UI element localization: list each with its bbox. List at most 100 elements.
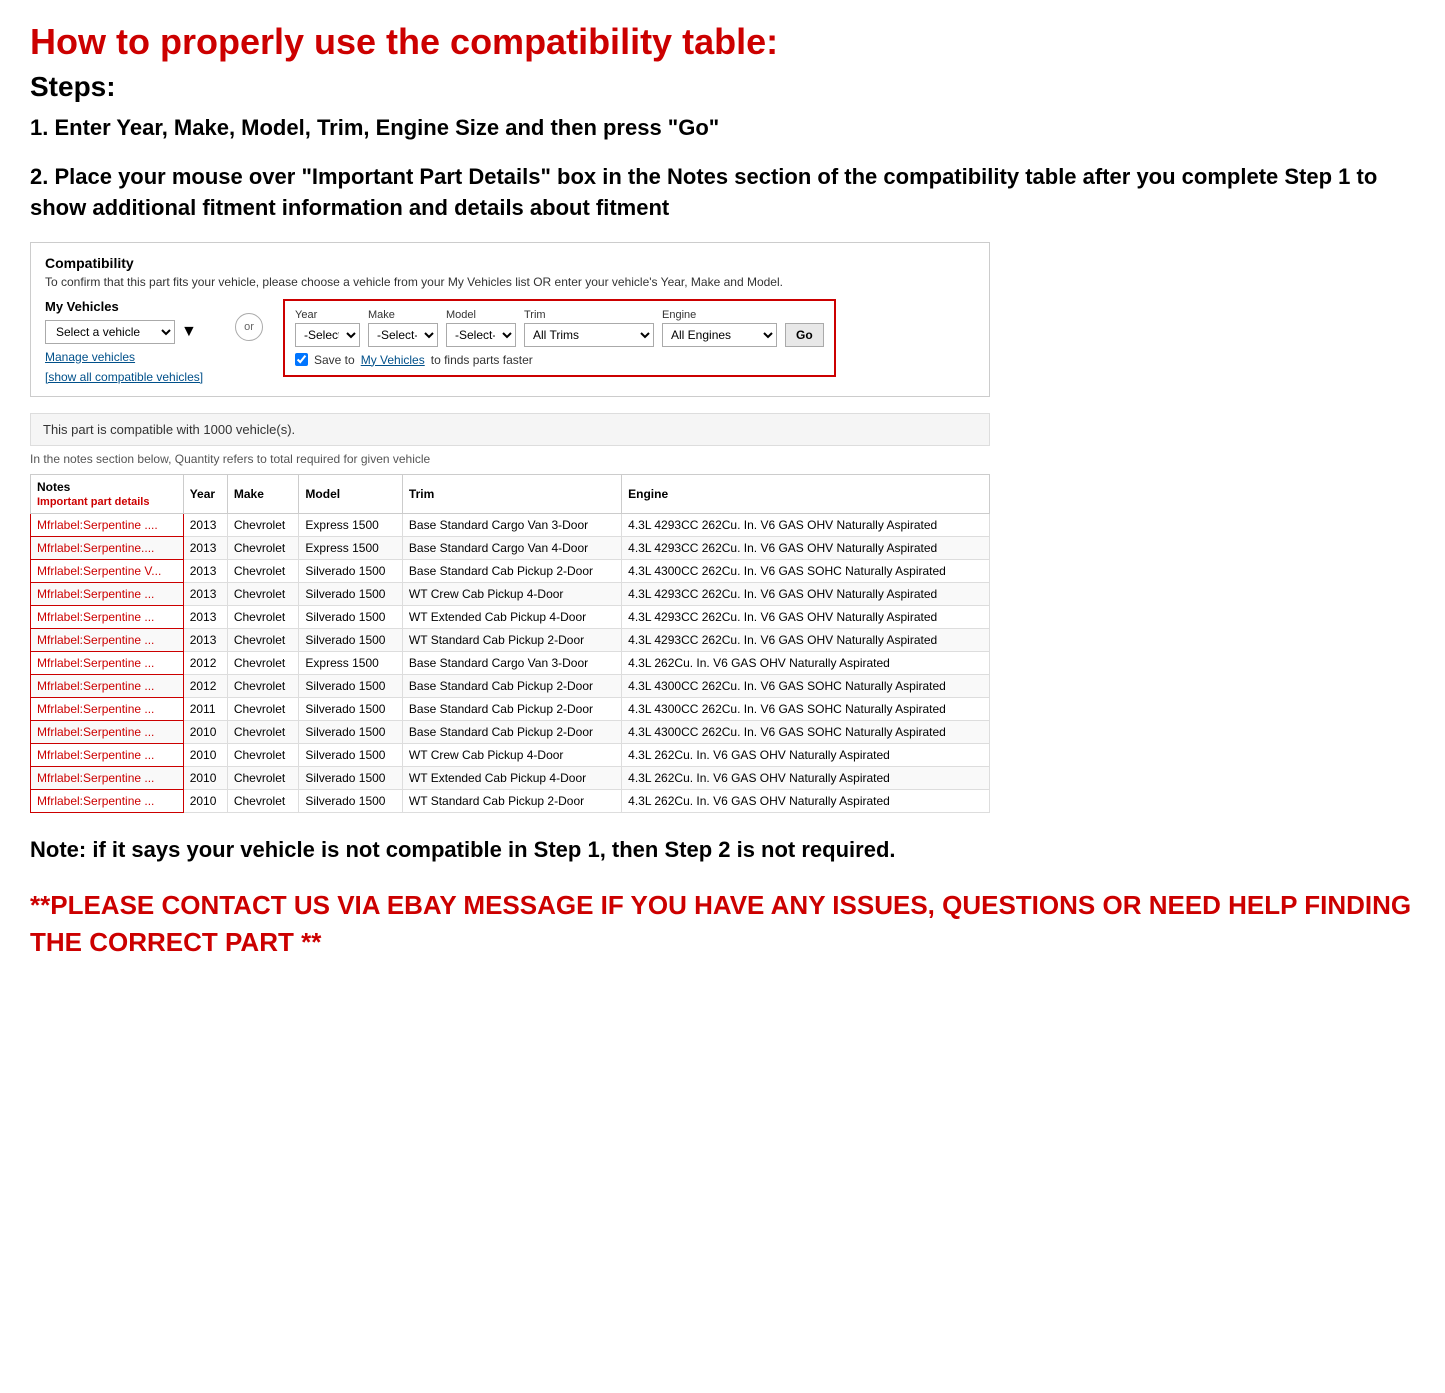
step1-text: 1. Enter Year, Make, Model, Trim, Engine… [30, 113, 1415, 144]
make-cell: Chevrolet [227, 651, 299, 674]
model-select[interactable]: -Select- [446, 323, 516, 347]
engine-label: Engine [662, 309, 777, 321]
make-cell: Chevrolet [227, 720, 299, 743]
notes-cell: Mfrlabel:Serpentine V... [31, 559, 184, 582]
engine-cell: 4.3L 4300CC 262Cu. In. V6 GAS SOHC Natur… [622, 559, 990, 582]
model-cell: Silverado 1500 [299, 766, 403, 789]
col-year: Year [183, 474, 227, 513]
table-row: Mfrlabel:Serpentine ...2011ChevroletSilv… [31, 697, 990, 720]
engine-cell: 4.3L 262Cu. In. V6 GAS OHV Naturally Asp… [622, 789, 990, 812]
trim-cell: WT Standard Cab Pickup 2-Door [402, 628, 621, 651]
table-row: Mfrlabel:Serpentine ...2012ChevroletSilv… [31, 674, 990, 697]
trim-cell: Base Standard Cab Pickup 2-Door [402, 720, 621, 743]
engine-cell: 4.3L 4293CC 262Cu. In. V6 GAS OHV Natura… [622, 513, 990, 536]
notes-cell: Mfrlabel:Serpentine ... [31, 582, 184, 605]
manage-vehicles-link[interactable]: Manage vehicles [45, 350, 215, 364]
year-cell: 2013 [183, 605, 227, 628]
notes-cell: Mfrlabel:Serpentine ... [31, 651, 184, 674]
engine-cell: 4.3L 4300CC 262Cu. In. V6 GAS SOHC Natur… [622, 720, 990, 743]
year-cell: 2013 [183, 559, 227, 582]
year-cell: 2012 [183, 651, 227, 674]
trim-select[interactable]: All Trims [524, 323, 654, 347]
notes-cell: Mfrlabel:Serpentine ... [31, 766, 184, 789]
make-field-group: Make -Select- [368, 309, 438, 347]
compat-title: Compatibility [45, 255, 975, 271]
engine-cell: 4.3L 262Cu. In. V6 GAS OHV Naturally Asp… [622, 651, 990, 674]
year-select[interactable]: -Select- [295, 323, 360, 347]
save-vehicles-row: Save to My Vehicles to finds parts faste… [295, 353, 824, 367]
table-row: Mfrlabel:Serpentine V...2013ChevroletSil… [31, 559, 990, 582]
show-compatible-link[interactable]: [show all compatible vehicles] [45, 370, 215, 384]
steps-heading: Steps: [30, 71, 1415, 103]
trim-cell: Base Standard Cab Pickup 2-Door [402, 559, 621, 582]
compatibility-box: Compatibility To confirm that this part … [30, 242, 990, 397]
engine-cell: 4.3L 4293CC 262Cu. In. V6 GAS OHV Natura… [622, 582, 990, 605]
year-cell: 2010 [183, 766, 227, 789]
compat-row: My Vehicles Select a vehicle ▼ Manage ve… [45, 299, 975, 384]
trim-label: Trim [524, 309, 654, 321]
save-vehicles-checkbox[interactable] [295, 353, 308, 366]
model-cell: Silverado 1500 [299, 559, 403, 582]
col-engine: Engine [622, 474, 990, 513]
make-select[interactable]: -Select- [368, 323, 438, 347]
make-cell: Chevrolet [227, 513, 299, 536]
vehicle-select-wrapper: Select a vehicle ▼ [45, 320, 215, 344]
model-label: Model [446, 309, 516, 321]
save-vehicles-link[interactable]: My Vehicles [361, 353, 425, 367]
year-cell: 2013 [183, 628, 227, 651]
trim-cell: Base Standard Cargo Van 3-Door [402, 513, 621, 536]
ym-top-row: Year -Select- Make -Select- Model - [295, 309, 824, 347]
notes-cell: Mfrlabel:Serpentine ... [31, 697, 184, 720]
model-cell: Silverado 1500 [299, 605, 403, 628]
year-make-section: Year -Select- Make -Select- Model - [283, 299, 836, 377]
note-text: Note: if it says your vehicle is not com… [30, 835, 1415, 866]
model-cell: Silverado 1500 [299, 720, 403, 743]
table-row: Mfrlabel:Serpentine ....2013ChevroletExp… [31, 513, 990, 536]
save-label: Save to [314, 353, 355, 367]
year-cell: 2011 [183, 697, 227, 720]
trim-cell: WT Standard Cab Pickup 2-Door [402, 789, 621, 812]
table-row: Mfrlabel:Serpentine ...2010ChevroletSilv… [31, 789, 990, 812]
engine-cell: 4.3L 4293CC 262Cu. In. V6 GAS OHV Natura… [622, 536, 990, 559]
make-cell: Chevrolet [227, 766, 299, 789]
year-cell: 2012 [183, 674, 227, 697]
model-cell: Express 1500 [299, 651, 403, 674]
make-cell: Chevrolet [227, 743, 299, 766]
contact-text: **PLEASE CONTACT US VIA EBAY MESSAGE IF … [30, 887, 1415, 960]
notes-cell: Mfrlabel:Serpentine ... [31, 605, 184, 628]
engine-cell: 4.3L 4300CC 262Cu. In. V6 GAS SOHC Natur… [622, 674, 990, 697]
engine-field-group: Engine All Engines [662, 309, 777, 347]
model-cell: Silverado 1500 [299, 582, 403, 605]
vehicle-select[interactable]: Select a vehicle [45, 320, 175, 344]
trim-cell: Base Standard Cab Pickup 2-Door [402, 674, 621, 697]
col-trim: Trim [402, 474, 621, 513]
notes-cell: Mfrlabel:Serpentine ... [31, 674, 184, 697]
year-cell: 2010 [183, 720, 227, 743]
go-button[interactable]: Go [785, 323, 824, 347]
year-field-group: Year -Select- [295, 309, 360, 347]
make-cell: Chevrolet [227, 789, 299, 812]
col-model: Model [299, 474, 403, 513]
table-row: Mfrlabel:Serpentine ...2013ChevroletSilv… [31, 605, 990, 628]
year-cell: 2013 [183, 513, 227, 536]
engine-select[interactable]: All Engines [662, 323, 777, 347]
model-cell: Silverado 1500 [299, 628, 403, 651]
col-make: Make [227, 474, 299, 513]
col-notes: Notes Important part details [31, 474, 184, 513]
engine-cell: 4.3L 262Cu. In. V6 GAS OHV Naturally Asp… [622, 743, 990, 766]
model-cell: Express 1500 [299, 513, 403, 536]
my-vehicles-section: My Vehicles Select a vehicle ▼ Manage ve… [45, 299, 215, 384]
model-field-group: Model -Select- [446, 309, 516, 347]
table-row: Mfrlabel:Serpentine ...2013ChevroletSilv… [31, 628, 990, 651]
engine-cell: 4.3L 262Cu. In. V6 GAS OHV Naturally Asp… [622, 766, 990, 789]
year-cell: 2013 [183, 536, 227, 559]
col-notes-sub: Important part details [37, 496, 149, 508]
engine-cell: 4.3L 4293CC 262Cu. In. V6 GAS OHV Natura… [622, 605, 990, 628]
year-cell: 2010 [183, 743, 227, 766]
trim-cell: Base Standard Cargo Van 3-Door [402, 651, 621, 674]
trim-cell: Base Standard Cargo Van 4-Door [402, 536, 621, 559]
trim-cell: WT Extended Cab Pickup 4-Door [402, 766, 621, 789]
col-notes-main: Notes [37, 480, 70, 494]
model-cell: Silverado 1500 [299, 743, 403, 766]
notes-cell: Mfrlabel:Serpentine .... [31, 513, 184, 536]
